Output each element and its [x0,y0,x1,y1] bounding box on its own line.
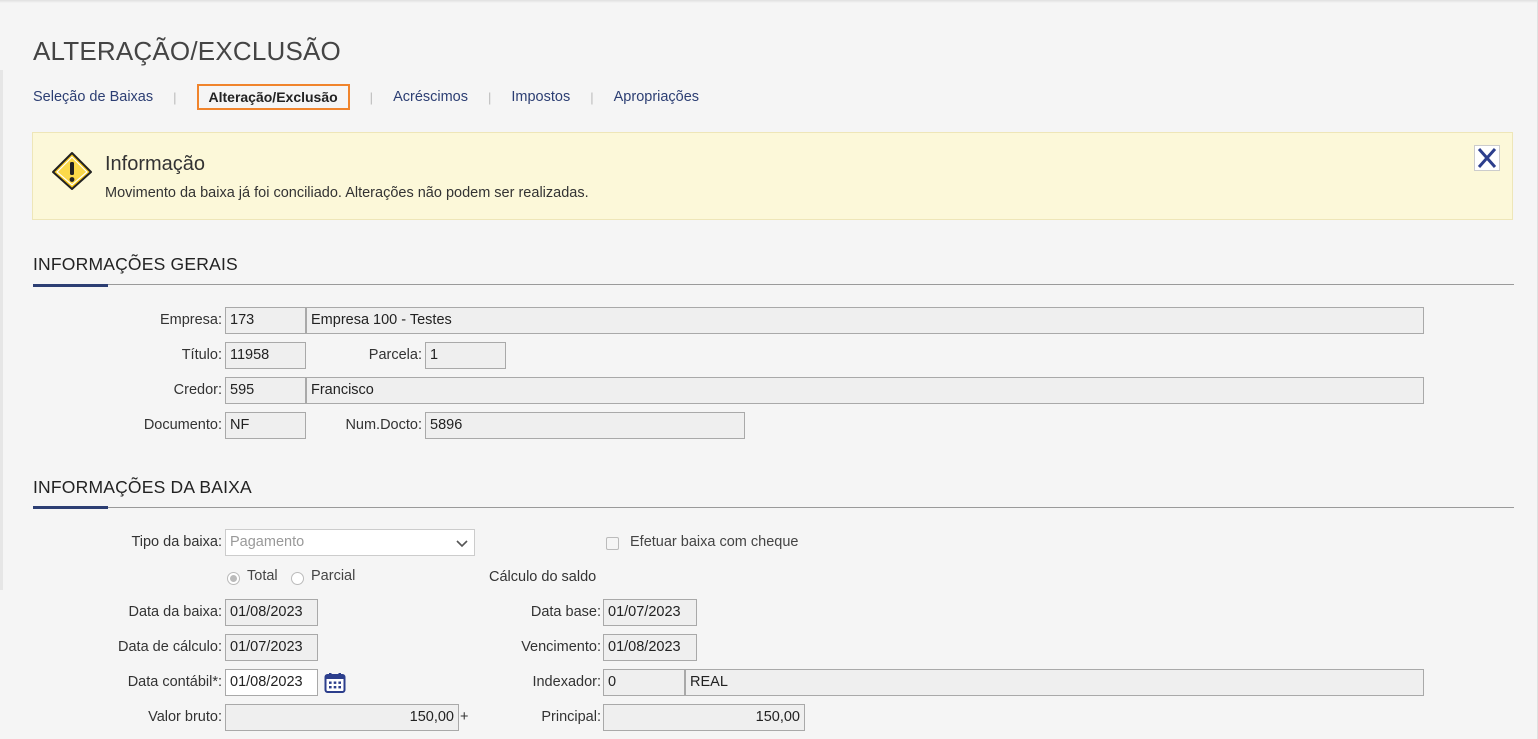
indexador-label: Indexador: [532,674,601,690]
parcela-field[interactable]: 1 [425,342,506,369]
documento-field[interactable]: NF [225,412,306,439]
section-accent [33,506,108,509]
empresa-name-field[interactable]: Empresa 100 - Testes [306,307,1424,334]
documento-label: Documento: [143,417,222,433]
radio-total-label: Total [247,568,278,584]
numdocto-label: Num.Docto: [345,417,422,433]
tab-acrescimos[interactable]: Acréscimos [393,89,468,105]
close-icon [1477,148,1497,168]
plus-sign: + [460,709,469,725]
tab-bar: Seleção de Baixas | Alteração/Exclusão |… [33,84,699,110]
vencimento-label: Vencimento: [521,639,601,655]
titulo-label: Título: [181,347,222,363]
titulo-field[interactable]: 11958 [225,342,306,369]
close-button[interactable] [1474,145,1500,171]
data-baixa-field[interactable]: 01/08/2023 [225,599,318,626]
calculo-saldo-label: Cálculo do saldo [489,569,597,585]
radio-total[interactable] [227,572,240,585]
cheque-checkbox[interactable] [606,537,619,550]
calendar-icon[interactable] [324,672,346,694]
tab-alteracao-exclusao[interactable]: Alteração/Exclusão [196,84,350,110]
credor-code-field[interactable]: 595 [225,377,306,404]
vencimento-field[interactable]: 01/08/2023 [603,634,697,661]
section-accent [33,284,108,287]
cheque-label: Efetuar baixa com cheque [630,534,799,550]
data-contabil-input[interactable]: 01/08/2023 [225,669,318,696]
section-title-informacoes-baixa: INFORMAÇÕES DA BAIXA [33,477,252,497]
valor-bruto-label: Valor bruto: [148,709,222,725]
data-calculo-field[interactable]: 01/07/2023 [225,634,318,661]
info-alert: Informação Movimento da baixa já foi con… [32,132,1513,220]
principal-field[interactable]: 150,00 [603,704,805,731]
warning-icon [52,152,92,190]
tab-separator: | [590,89,594,105]
alert-title: Informação [105,153,206,175]
credor-label: Credor: [173,382,222,398]
tipo-baixa-select[interactable]: Pagamento [225,529,475,556]
data-base-field[interactable]: 01/07/2023 [603,599,697,626]
tab-separator: | [369,89,374,105]
radio-parcial[interactable] [291,572,304,585]
empresa-label: Empresa: [159,312,222,328]
tab-apropriacoes[interactable]: Apropriações [614,89,699,105]
tipo-baixa-label: Tipo da baixa: [131,534,222,550]
tab-separator: | [173,89,177,105]
principal-label: Principal: [541,709,601,725]
section-rule [33,507,1514,508]
top-shadow [0,0,1538,3]
parcela-label: Parcela: [368,347,422,363]
data-baixa-label: Data da baixa: [128,604,222,620]
indexador-code-field[interactable]: 0 [603,669,685,696]
tipo-baixa-value: Pagamento [230,534,305,550]
credor-name-field[interactable]: Francisco [306,377,1424,404]
indexador-name-field[interactable]: REAL [685,669,1424,696]
page-title: ALTERAÇÃO/EXCLUSÃO [33,36,341,66]
tab-impostos[interactable]: Impostos [511,89,570,105]
tab-selecao-baixas[interactable]: Seleção de Baixas [33,89,153,105]
numdocto-field[interactable]: 5896 [425,412,745,439]
empresa-code-field[interactable]: 173 [225,307,306,334]
alert-message: Movimento da baixa já foi conciliado. Al… [105,185,589,201]
data-base-label: Data base: [530,604,601,620]
data-contabil-label: Data contábil*: [127,674,222,690]
section-title-informacoes-gerais: INFORMAÇÕES GERAIS [33,254,238,274]
radio-parcial-label: Parcial [311,568,356,584]
data-calculo-label: Data de cálculo: [118,639,222,655]
chevron-down-icon [456,540,468,548]
tab-separator: | [488,89,492,105]
valor-bruto-field[interactable]: 150,00 [225,704,459,731]
left-border [0,70,3,590]
section-rule [33,284,1514,285]
